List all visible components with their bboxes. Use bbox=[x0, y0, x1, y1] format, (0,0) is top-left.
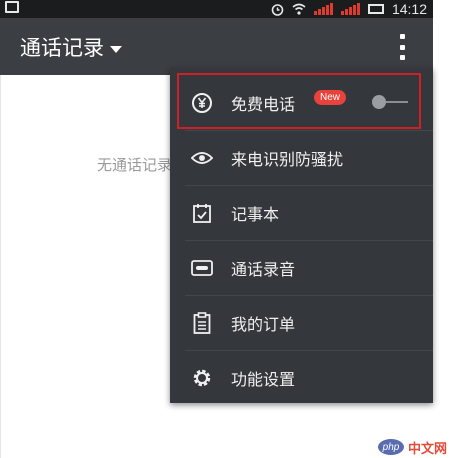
gallery-icon bbox=[5, 1, 19, 13]
calendar-check-icon bbox=[191, 202, 213, 224]
watermark: php 中文网 bbox=[378, 438, 448, 457]
tape-icon bbox=[191, 257, 213, 279]
clipboard-icon bbox=[191, 311, 213, 334]
highlight-frame bbox=[177, 73, 421, 129]
menu-item-label: 功能设置 bbox=[231, 369, 296, 389]
menu-item-call-recording[interactable]: 通话录音 bbox=[170, 240, 433, 295]
status-bar: 14:12 bbox=[0, 0, 433, 18]
menu-item-my-orders[interactable]: 我的订单 bbox=[170, 295, 433, 350]
menu-item-caller-id[interactable]: 来电识别防骚扰 bbox=[170, 130, 433, 185]
eye-icon bbox=[191, 147, 213, 169]
alarm-icon bbox=[271, 3, 284, 16]
status-icons: 14:12 bbox=[271, 0, 427, 18]
title-dropdown[interactable]: 通话记录 bbox=[20, 34, 122, 62]
app-bar: 通话记录 bbox=[0, 18, 433, 75]
page-title: 通话记录 bbox=[20, 36, 104, 60]
php-logo: php bbox=[378, 439, 404, 455]
status-time: 14:12 bbox=[391, 1, 427, 17]
signal-icon bbox=[313, 3, 333, 15]
empty-state-text: 无通话记录 bbox=[97, 156, 173, 174]
menu-item-label: 来电识别防骚扰 bbox=[231, 149, 344, 169]
watermark-text: 中文网 bbox=[408, 441, 448, 457]
gear-icon bbox=[191, 367, 213, 389]
battery-icon bbox=[367, 4, 384, 14]
menu-item-label: 我的订单 bbox=[231, 314, 296, 334]
caret-down-icon bbox=[110, 45, 122, 53]
menu-item-label: 记事本 bbox=[231, 204, 280, 224]
menu-item-notepad[interactable]: 记事本 bbox=[170, 185, 433, 240]
signal-icon-2 bbox=[340, 3, 360, 15]
more-vertical-icon[interactable] bbox=[394, 34, 410, 60]
wifi-icon bbox=[292, 3, 306, 15]
menu-item-settings[interactable]: 功能设置 bbox=[170, 350, 433, 405]
menu-item-label: 通话录音 bbox=[231, 259, 296, 279]
